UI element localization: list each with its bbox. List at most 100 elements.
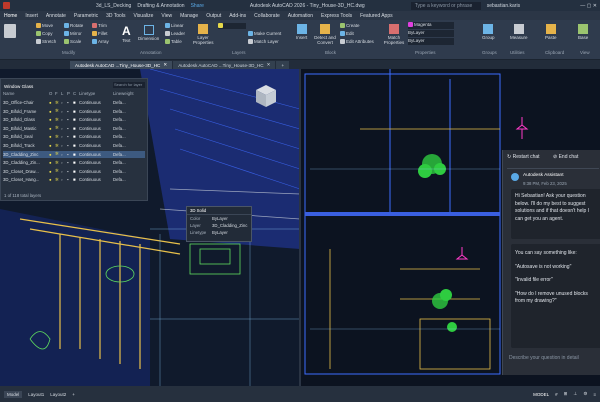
trim-button[interactable]: Trim xyxy=(92,23,107,29)
chat-input[interactable]: Describe your question in detail xyxy=(509,353,599,365)
layer-linetype[interactable]: Continuous xyxy=(79,126,113,131)
menu-tab-collaborate[interactable]: Collaborate xyxy=(254,13,280,19)
leader-button[interactable]: Leader xyxy=(165,31,185,37)
layout-tab[interactable]: Layout1 xyxy=(28,392,44,397)
layer-lineweight[interactable]: Defa... xyxy=(113,143,143,148)
menu-tab-annotate[interactable]: Annotate xyxy=(46,13,66,19)
quick-access-tab[interactable]: 3d_LS_Decking xyxy=(96,3,131,9)
layer-row[interactable]: 3D_Closet_Draw... ● ✲ ▫ ▪ ■ Continuous Defa... xyxy=(3,168,145,175)
col-lineweight[interactable]: Lineweight xyxy=(113,91,143,98)
match-layer-button[interactable]: Match Layer xyxy=(248,39,279,45)
layer-linetype[interactable]: Continuous xyxy=(79,160,113,165)
suggestion-item[interactable]: "How do I remove unused blocks from my d… xyxy=(515,291,597,306)
copy-button[interactable]: Copy xyxy=(36,31,53,37)
layer-lineweight[interactable]: Defa... xyxy=(113,152,143,157)
layer-lineweight[interactable]: Defa... xyxy=(113,100,143,105)
layer-linetype[interactable]: Continuous xyxy=(79,177,113,182)
document-tab[interactable]: Autodesk AutoCAD ...Tiny_House-3D_HC ✕ xyxy=(173,61,276,69)
document-tab[interactable]: Autodesk AutoCAD ...Tiny_House-3D_HC ✕ xyxy=(70,61,173,69)
grid-icon[interactable]: # xyxy=(555,392,558,397)
table-button[interactable]: Table xyxy=(165,39,182,45)
layer-row[interactable]: 3D_Bifold_Track ● ✲ ▫ ▪ ■ Continuous Defa... xyxy=(3,142,145,149)
layer-lineweight[interactable]: Defa... xyxy=(113,160,143,165)
menu-icon[interactable]: ≡ xyxy=(593,392,596,397)
menu-tab-3d-tools[interactable]: 3D Tools xyxy=(106,13,125,19)
user-menu[interactable]: sebastian.karis xyxy=(487,3,520,9)
layer-lineweight[interactable]: Defa... xyxy=(113,177,143,182)
menu-tab-featured-apps[interactable]: Featured Apps xyxy=(360,13,393,19)
layer-row[interactable]: 3D_Closet_Hang... ● ✲ ▫ ▪ ■ Continuous Defa... xyxy=(3,176,145,183)
layout-tab[interactable]: Model xyxy=(4,390,23,398)
layer-lineweight[interactable]: Defa... xyxy=(113,109,143,114)
measure-button[interactable]: Measure xyxy=(510,24,528,40)
dimension-button[interactable]: Dimension xyxy=(138,24,159,41)
menu-tab-automation[interactable]: Automation xyxy=(288,13,313,19)
prop-value[interactable]: ByLayer xyxy=(212,230,228,235)
app-logo-icon[interactable] xyxy=(3,2,10,9)
menu-tab-parametric[interactable]: Parametric xyxy=(74,13,98,19)
create-block-button[interactable]: Create xyxy=(340,23,360,29)
restart-chat-button[interactable]: ↻ Restart chat xyxy=(507,154,540,160)
paste-button[interactable]: Paste xyxy=(545,24,557,40)
linear-button[interactable]: Linear xyxy=(165,23,184,29)
menu-tab-manage[interactable]: Manage xyxy=(180,13,198,19)
menu-tab-visualize[interactable]: Visualize xyxy=(133,13,153,19)
suggestion-item[interactable]: "Invalid file error" xyxy=(515,277,597,285)
layer-lineweight[interactable]: Defa... xyxy=(113,169,143,174)
menu-tab-home[interactable]: Home xyxy=(4,13,17,19)
layer-lineweight[interactable]: Defa... xyxy=(113,126,143,131)
layer-linetype[interactable]: Continuous xyxy=(79,109,113,114)
detect-convert-button[interactable]: Detect and Convert xyxy=(312,24,338,45)
line-tool[interactable] xyxy=(4,24,17,38)
end-chat-button[interactable]: ⊘ End chat xyxy=(553,154,578,160)
layer-linetype[interactable]: Continuous xyxy=(79,134,113,139)
search-input[interactable]: Type a keyword or phrase xyxy=(410,1,481,10)
move-button[interactable]: Move xyxy=(36,23,53,29)
new-tab-button[interactable]: + xyxy=(276,61,290,69)
workspace-switcher[interactable]: Drafting & Annotation xyxy=(137,3,184,9)
menu-tab-add-ins[interactable]: Add-ins xyxy=(229,13,246,19)
share-button[interactable]: Share xyxy=(191,3,204,9)
scale-button[interactable]: Scale xyxy=(64,39,81,45)
menu-tab-insert[interactable]: Insert xyxy=(25,13,38,19)
layout-tab[interactable]: Layout2 xyxy=(50,392,66,397)
text-button[interactable]: A Text xyxy=(122,24,131,43)
suggestion-item[interactable]: "Autosave is not working" xyxy=(515,264,597,272)
layer-row[interactable]: 3D_Cladding_Zinc ● ✲ ▫ ▪ ■ Continuous Defa... xyxy=(3,150,145,158)
settings-icon[interactable]: ⚙ xyxy=(583,391,587,397)
edit-block-button[interactable]: Edit xyxy=(340,31,354,37)
snap-icon[interactable]: ⊞ xyxy=(564,391,568,397)
color-dropdown[interactable]: Magenta xyxy=(408,22,454,29)
layer-row[interactable]: 3D_Office-Chair ● ✲ ▫ ▪ ■ Continuous Defa... xyxy=(3,99,145,106)
make-current-button[interactable]: Make Current xyxy=(248,31,281,37)
match-properties-button[interactable]: Match Properties xyxy=(383,24,405,45)
layer-linetype[interactable]: Continuous xyxy=(79,169,113,174)
insert-button[interactable]: Insert xyxy=(296,24,307,40)
base-view-button[interactable]: Base xyxy=(578,24,588,40)
layer-dropdown[interactable] xyxy=(218,23,246,29)
layer-row[interactable]: 3D_Cladding_Zin... ● ✲ ▫ ▪ ■ Continuous Defa... xyxy=(3,159,145,166)
layer-row[interactable]: 3D_Bifold_Mastic ● ✲ ▫ ▪ ■ Continuous Defa... xyxy=(3,125,145,132)
col-name[interactable]: Name xyxy=(3,91,49,98)
menu-tab-output[interactable]: Output xyxy=(206,13,221,19)
stretch-button[interactable]: Stretch xyxy=(36,39,56,45)
layer-properties-button[interactable]: Layer Properties xyxy=(193,24,214,45)
ortho-icon[interactable]: ⊥ xyxy=(573,391,577,397)
mirror-button[interactable]: Mirror xyxy=(64,31,82,37)
layer-row[interactable]: 3D_Bifold_Glass ● ✲ ▫ ▪ ■ Continuous Defa... xyxy=(3,116,145,123)
prop-value[interactable]: ByLayer xyxy=(212,216,228,221)
close-icon[interactable]: ✕ xyxy=(267,62,271,68)
layer-linetype[interactable]: Continuous xyxy=(79,100,113,105)
add-layout-button[interactable]: + xyxy=(72,392,75,397)
fillet-button[interactable]: Fillet xyxy=(92,31,108,37)
menu-tab-express-tools[interactable]: Express Tools xyxy=(321,13,352,19)
col-linetype[interactable]: Linetype xyxy=(79,91,113,98)
window-controls[interactable]: — ▢ ✕ xyxy=(580,3,597,9)
view-cube[interactable] xyxy=(253,83,279,109)
array-button[interactable]: Array xyxy=(92,39,109,45)
layer-linetype[interactable]: Continuous xyxy=(79,152,113,157)
layer-row[interactable]: 3D_Bifold_Frame ● ✲ ▫ ▪ ■ Continuous Defa... xyxy=(3,108,145,115)
layer-linetype[interactable]: Continuous xyxy=(79,117,113,122)
menu-tab-view[interactable]: View xyxy=(161,13,172,19)
group-button[interactable]: Group xyxy=(482,24,495,40)
